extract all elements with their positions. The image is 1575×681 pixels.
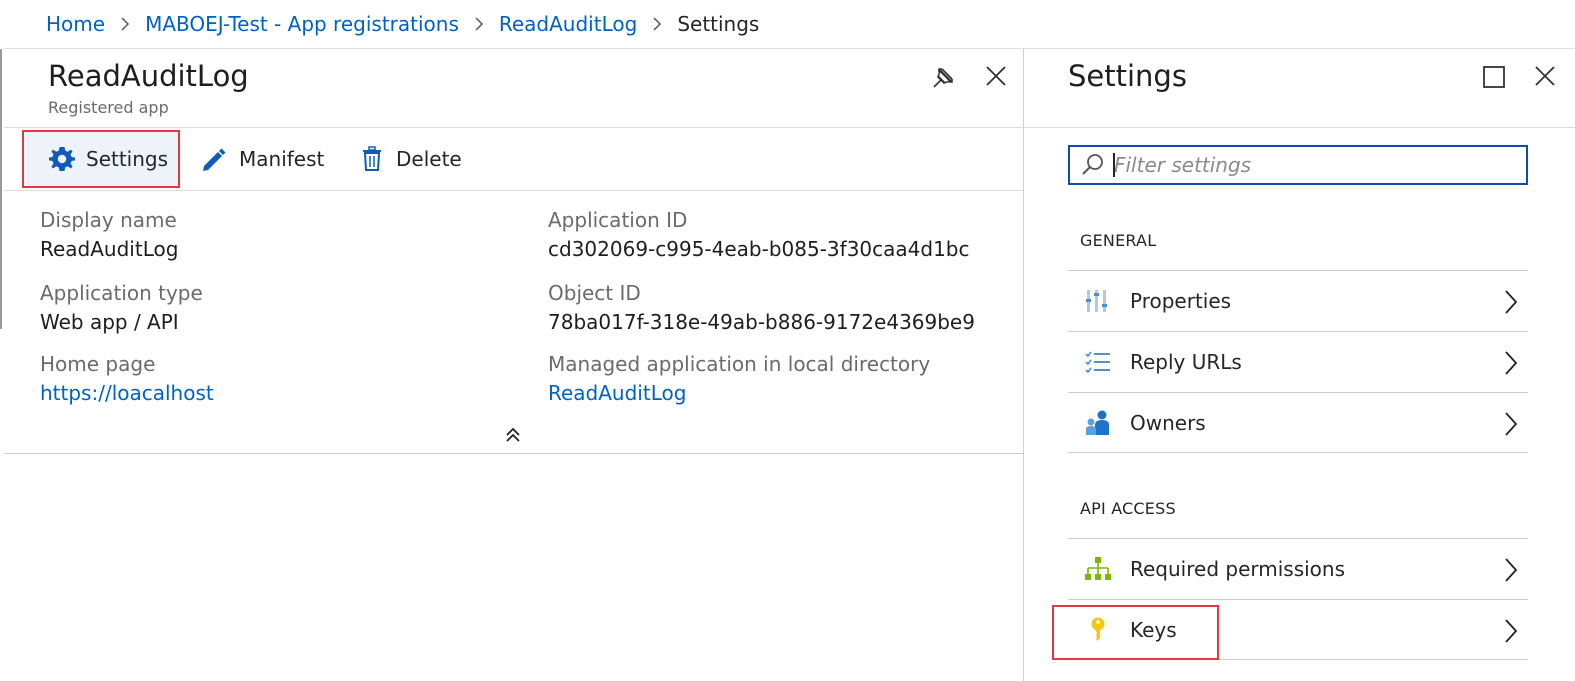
application-id-label: Application ID xyxy=(548,208,688,232)
highlight-box xyxy=(22,130,180,188)
filter-settings-field[interactable] xyxy=(1068,145,1528,185)
filter-settings-input[interactable] xyxy=(1114,153,1514,177)
settings-item-label: Properties xyxy=(1130,289,1232,313)
settings-blade-title: Settings xyxy=(1068,59,1187,93)
chevron-right-icon xyxy=(105,17,145,31)
settings-item-required-permissions[interactable]: Required permissions xyxy=(1068,538,1528,599)
search-icon xyxy=(1082,154,1103,175)
text-cursor xyxy=(1113,153,1115,177)
properties-icon xyxy=(1086,290,1107,312)
managed-app-field: Managed application in local directory R… xyxy=(548,350,930,408)
registered-app-blade: ReadAuditLog Registered app Settings Man… xyxy=(0,48,1023,681)
home-page-field: Home page https://loacalhost xyxy=(40,350,214,408)
manifest-button-label: Manifest xyxy=(239,147,325,171)
settings-item-label: Reply URLs xyxy=(1130,350,1242,374)
close-icon[interactable] xyxy=(1532,63,1558,89)
chevron-right-icon xyxy=(1505,290,1518,314)
delete-button-label: Delete xyxy=(396,147,462,171)
settings-item-properties[interactable]: Properties xyxy=(1068,270,1528,331)
blade-title: ReadAuditLog xyxy=(48,59,249,93)
object-id-label: Object ID xyxy=(548,281,641,305)
close-icon[interactable] xyxy=(983,63,1009,89)
breadcrumb-settings: Settings xyxy=(677,12,760,36)
home-page-link[interactable]: https://loacalhost xyxy=(40,379,214,408)
display-name-label: Display name xyxy=(40,208,177,232)
home-page-label: Home page xyxy=(40,352,156,376)
breadcrumb: Home MABOEJ-Test - App registrations Rea… xyxy=(0,0,1575,48)
breadcrumb-home[interactable]: Home xyxy=(46,12,105,36)
permissions-icon xyxy=(1085,557,1111,580)
managed-app-label: Managed application in local directory xyxy=(548,352,931,376)
object-id-value: 78ba017f-318e-49ab-b886-9172e4369be9 xyxy=(548,310,975,334)
delete-button[interactable]: Delete xyxy=(360,128,462,190)
chevron-right-icon xyxy=(1505,351,1518,375)
maximize-icon[interactable] xyxy=(1482,65,1506,89)
chevron-right-icon xyxy=(637,17,677,31)
reply-urls-icon xyxy=(1085,351,1110,374)
header-divider xyxy=(1024,127,1575,128)
section-general: GENERAL xyxy=(1080,231,1157,250)
application-type-field: Application type Web app / API xyxy=(40,279,203,337)
trash-icon xyxy=(363,146,381,171)
settings-item-reply-urls[interactable]: Reply URLs xyxy=(1068,331,1528,392)
breadcrumb-app-registrations[interactable]: MABOEJ-Test - App registrations xyxy=(145,12,459,36)
application-type-value: Web app / API xyxy=(40,310,179,334)
chevron-right-icon xyxy=(1505,619,1518,643)
application-type-label: Application type xyxy=(40,281,203,305)
settings-item-owners[interactable]: Owners xyxy=(1068,392,1528,453)
breadcrumb-readauditlog[interactable]: ReadAuditLog xyxy=(499,12,637,36)
display-name-value: ReadAuditLog xyxy=(40,237,179,261)
pencil-icon xyxy=(203,148,226,171)
chevron-right-icon xyxy=(1505,558,1518,582)
essentials-panel: Display name ReadAuditLog Application ty… xyxy=(4,193,1023,454)
chevron-right-icon xyxy=(459,17,499,31)
settings-item-label: Owners xyxy=(1130,410,1206,435)
display-name-field: Display name ReadAuditLog xyxy=(40,206,178,264)
manifest-button[interactable]: Manifest xyxy=(199,128,324,190)
owners-icon xyxy=(1086,410,1109,435)
application-id-field: Application ID cd302069-c995-4eab-b085-3… xyxy=(548,206,969,264)
blade-edge xyxy=(0,49,2,329)
application-id-value: cd302069-c995-4eab-b085-3f30caa4d1bc xyxy=(548,237,970,261)
chevron-right-icon xyxy=(1505,412,1518,436)
managed-app-link[interactable]: ReadAuditLog xyxy=(548,379,930,408)
settings-blade: Settings GENERAL Properties Reply URLs xyxy=(1023,48,1575,681)
settings-item-label: Required permissions xyxy=(1130,557,1346,581)
blade-subtitle: Registered app xyxy=(48,98,169,117)
section-api-access: API ACCESS xyxy=(1080,499,1176,518)
highlight-box xyxy=(1052,605,1219,660)
command-bar: Settings Manifest Delete xyxy=(4,127,1023,191)
object-id-field: Object ID 78ba017f-318e-49ab-b886-9172e4… xyxy=(548,279,975,337)
pin-icon[interactable] xyxy=(930,65,956,91)
collapse-up-icon[interactable] xyxy=(504,426,522,444)
